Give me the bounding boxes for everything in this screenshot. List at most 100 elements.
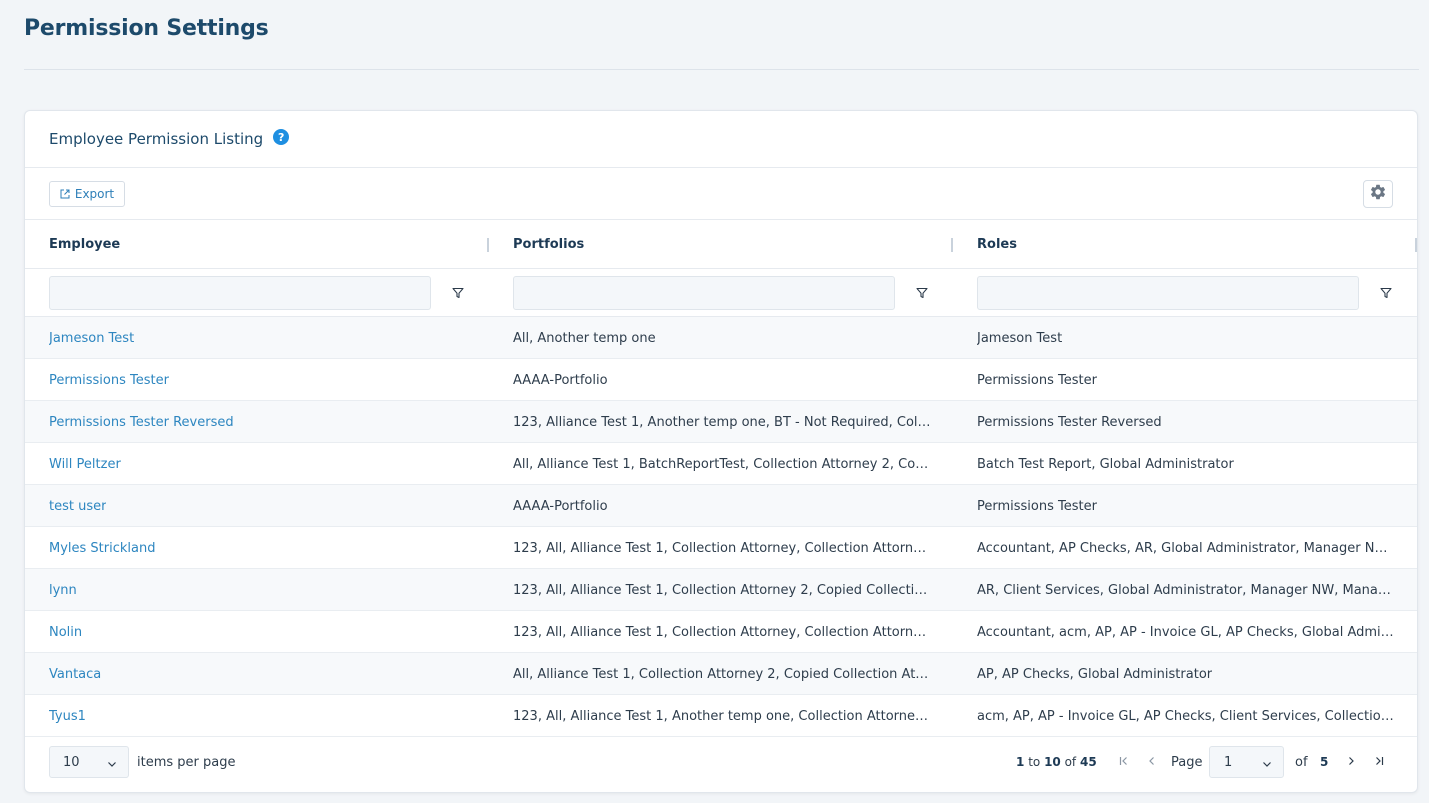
- table-row[interactable]: Permissions Tester Reversed 123, Alliance…: [25, 401, 1417, 443]
- card-header: Employee Permission Listing ?: [25, 111, 1417, 168]
- roles-cell-wrapper: Batch Test Report, Global Administrator: [977, 443, 1397, 485]
- table-row[interactable]: Myles Strickland 123, All, Alliance Test …: [25, 527, 1417, 569]
- table-row[interactable]: Vantaca All, Alliance Test 1, Collection …: [25, 653, 1417, 695]
- employee-cell-wrapper: Permissions Tester: [49, 359, 469, 401]
- title-divider: [24, 69, 1419, 70]
- employee-cell-wrapper: lynn: [49, 569, 469, 611]
- column-resize-handle[interactable]: [951, 238, 953, 252]
- roles-cell-wrapper: AP, AP Checks, Global Administrator: [977, 653, 1397, 695]
- permission-grid: Employee Portfolios Roles Jameson Test Al…: [25, 220, 1417, 737]
- total-pages: 5: [1320, 755, 1329, 769]
- grid-settings-button[interactable]: [1363, 180, 1393, 208]
- portfolios-cell: All, Another temp one: [513, 330, 656, 346]
- first-page-icon[interactable]: [1116, 752, 1132, 770]
- portfolios-cell: 123, All, Alliance Test 1, Collection At…: [513, 624, 933, 640]
- filter-icon[interactable]: [451, 286, 465, 300]
- portfolios-cell-wrapper: 123, All, Alliance Test 1, Another temp …: [513, 695, 933, 737]
- gear-icon: [1369, 183, 1387, 205]
- employee-name-link[interactable]: lynn: [49, 583, 77, 598]
- employee-name-link[interactable]: Permissions Tester Reversed: [49, 415, 234, 430]
- roles-cell: Accountant, AP Checks, AR, Global Admini…: [977, 540, 1397, 556]
- permission-listing-card: Employee Permission Listing ? Export Emp…: [24, 110, 1418, 793]
- previous-page-icon[interactable]: [1144, 752, 1160, 770]
- portfolios-cell-wrapper: All, Alliance Test 1, BatchReportTest, C…: [513, 443, 933, 485]
- grid-pager: 10 items per page 1 to 10 of 45 Page 1 o…: [25, 736, 1417, 792]
- roles-cell: Jameson Test: [977, 330, 1063, 346]
- roles-cell-wrapper: Accountant, AP Checks, AR, Global Admini…: [977, 527, 1397, 569]
- employee-name-link[interactable]: Nolin: [49, 625, 82, 640]
- portfolios-cell-wrapper: All, Alliance Test 1, Collection Attorne…: [513, 653, 933, 695]
- next-page-icon[interactable]: [1343, 752, 1359, 770]
- roles-cell-wrapper: Accountant, acm, AP, AP - Invoice GL, AP…: [977, 611, 1397, 653]
- employee-cell-wrapper: Vantaca: [49, 653, 469, 695]
- filter-icon[interactable]: [1379, 286, 1393, 300]
- table-row[interactable]: Will Peltzer All, Alliance Test 1, BatchR…: [25, 443, 1417, 485]
- employee-cell-wrapper: Jameson Test: [49, 317, 469, 359]
- column-header-portfolios[interactable]: Portfolios: [513, 220, 584, 269]
- employee-filter-input[interactable]: [49, 276, 431, 310]
- table-row[interactable]: lynn 123, All, Alliance Test 1, Collectio…: [25, 569, 1417, 611]
- chevron-down-icon: [1262, 758, 1272, 773]
- export-button[interactable]: Export: [49, 181, 125, 207]
- employee-name-link[interactable]: Permissions Tester: [49, 373, 169, 388]
- roles-cell: AR, Client Services, Global Administrato…: [977, 582, 1397, 598]
- portfolios-cell: 123, All, Alliance Test 1, Another temp …: [513, 708, 933, 724]
- table-row[interactable]: Jameson Test All, Another temp one Jameson…: [25, 317, 1417, 359]
- table-row[interactable]: Permissions Tester AAAA-Portfolio Permissi…: [25, 359, 1417, 401]
- roles-cell-wrapper: acm, AP, AP - Invoice GL, AP Checks, Cli…: [977, 695, 1397, 737]
- roles-cell-wrapper: Permissions Tester: [977, 359, 1397, 401]
- portfolios-cell-wrapper: 123, Alliance Test 1, Another temp one, …: [513, 401, 933, 443]
- roles-cell-wrapper: Jameson Test: [977, 317, 1397, 359]
- table-row[interactable]: Nolin 123, All, Alliance Test 1, Collecti…: [25, 611, 1417, 653]
- employee-name-link[interactable]: test user: [49, 499, 106, 514]
- column-resize-handle[interactable]: [487, 238, 489, 252]
- roles-cell-wrapper: Permissions Tester Reversed: [977, 401, 1397, 443]
- portfolios-cell-wrapper: 123, All, Alliance Test 1, Collection At…: [513, 569, 933, 611]
- page-size-select[interactable]: 10: [49, 746, 129, 778]
- column-header-employee[interactable]: Employee: [49, 220, 120, 269]
- grid-filter-row: [25, 269, 1417, 317]
- portfolios-cell-wrapper: 123, All, Alliance Test 1, Collection At…: [513, 611, 933, 653]
- roles-cell: Permissions Tester: [977, 372, 1097, 388]
- portfolios-filter-input[interactable]: [513, 276, 895, 310]
- portfolios-cell: All, Alliance Test 1, Collection Attorne…: [513, 666, 933, 682]
- roles-filter-input[interactable]: [977, 276, 1359, 310]
- page-size-value: 10: [63, 754, 80, 770]
- employee-cell-wrapper: Will Peltzer: [49, 443, 469, 485]
- roles-cell: acm, AP, AP - Invoice GL, AP Checks, Cli…: [977, 708, 1397, 724]
- portfolios-cell-wrapper: AAAA-Portfolio: [513, 485, 933, 527]
- portfolios-cell: AAAA-Portfolio: [513, 372, 608, 388]
- roles-cell: Accountant, acm, AP, AP - Invoice GL, AP…: [977, 624, 1397, 640]
- page-number-select[interactable]: 1: [1209, 746, 1284, 778]
- employee-name-link[interactable]: Jameson Test: [49, 331, 134, 346]
- employee-name-link[interactable]: Myles Strickland: [49, 541, 155, 556]
- employee-name-link[interactable]: Tyus1: [49, 709, 86, 724]
- toolbar: Export: [25, 168, 1417, 220]
- portfolios-cell-wrapper: All, Another temp one: [513, 317, 933, 359]
- page-label: Page: [1171, 755, 1203, 770]
- roles-cell-wrapper: AR, Client Services, Global Administrato…: [977, 569, 1397, 611]
- portfolios-cell: 123, All, Alliance Test 1, Collection At…: [513, 540, 933, 556]
- employee-name-link[interactable]: Vantaca: [49, 667, 101, 682]
- roles-cell: Permissions Tester Reversed: [977, 414, 1162, 430]
- items-per-page-label: items per page: [137, 755, 236, 770]
- column-header-roles[interactable]: Roles: [977, 220, 1017, 269]
- roles-cell: Permissions Tester: [977, 498, 1097, 514]
- portfolios-cell: All, Alliance Test 1, BatchReportTest, C…: [513, 456, 933, 472]
- last-page-icon[interactable]: [1371, 752, 1387, 770]
- employee-name-link[interactable]: Will Peltzer: [49, 457, 121, 472]
- chevron-down-icon: [107, 758, 117, 773]
- employee-cell-wrapper: test user: [49, 485, 469, 527]
- portfolios-cell: AAAA-Portfolio: [513, 498, 608, 514]
- portfolios-cell: 123, All, Alliance Test 1, Collection At…: [513, 582, 933, 598]
- card-title: Employee Permission Listing: [49, 130, 264, 148]
- table-row[interactable]: test user AAAA-Portfolio Permissions Teste…: [25, 485, 1417, 527]
- roles-cell-wrapper: Permissions Tester: [977, 485, 1397, 527]
- filter-icon[interactable]: [915, 286, 929, 300]
- grid-body: Jameson Test All, Another temp one Jameson…: [25, 317, 1417, 737]
- current-page-value: 1: [1224, 754, 1233, 770]
- question-circle-icon[interactable]: ?: [273, 129, 290, 145]
- column-resize-handle[interactable]: [1415, 238, 1417, 252]
- table-row[interactable]: Tyus1 123, All, Alliance Test 1, Another …: [25, 695, 1417, 737]
- page-title: Permission Settings: [24, 16, 269, 41]
